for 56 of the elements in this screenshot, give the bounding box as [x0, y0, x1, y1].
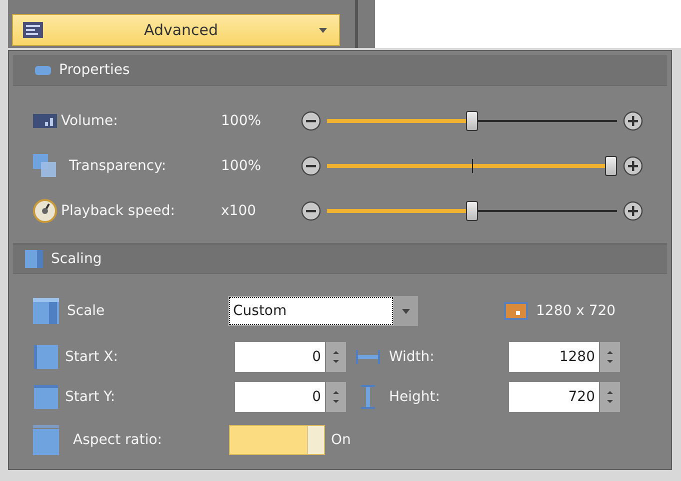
plus-button[interactable] — [621, 198, 645, 222]
scaling-icon — [25, 250, 43, 268]
speedometer-icon — [33, 198, 57, 222]
slider[interactable] — [327, 154, 617, 176]
start-y-icon — [34, 385, 58, 409]
spin-buttons[interactable] — [326, 382, 346, 412]
field-label: Aspect ratio: — [72, 432, 164, 448]
section-title: Properties — [59, 62, 130, 78]
caret-icon — [319, 28, 327, 32]
slider-label: Playback speed: — [61, 202, 176, 218]
slider[interactable] — [327, 200, 617, 222]
minus-button[interactable] — [299, 108, 323, 132]
slider-value: x100 — [221, 202, 258, 218]
caret-icon — [402, 308, 410, 314]
center-tick — [472, 158, 473, 172]
spin-buttons[interactable] — [326, 342, 346, 372]
minus-button[interactable] — [299, 198, 323, 222]
screen-icon — [504, 302, 528, 320]
slider-label: Volume: — [61, 112, 119, 128]
properties-icon — [35, 66, 51, 74]
plus-button[interactable] — [621, 108, 645, 132]
field-label: Height: — [389, 389, 441, 405]
dropdown-arrow-button[interactable] — [394, 296, 418, 326]
slider-thumb[interactable] — [605, 156, 617, 176]
field-label: Start X: — [65, 349, 119, 365]
volume-icon — [33, 114, 57, 128]
scale-icon — [33, 298, 59, 324]
width-icon — [356, 350, 380, 364]
aspect-ratio-icon — [33, 425, 59, 455]
slider[interactable] — [327, 110, 617, 132]
field-label: Scale — [67, 303, 106, 319]
slider-value: 100% — [221, 158, 262, 174]
spin-buttons[interactable] — [600, 382, 620, 412]
number-field[interactable]: 0 — [235, 342, 325, 372]
resolution-text: 1280 x 720 — [536, 303, 616, 319]
slider-value: 100% — [221, 112, 262, 128]
height-icon — [361, 385, 375, 409]
mode-dropdown[interactable]: Advanced — [12, 14, 340, 46]
number-field[interactable]: 1280 — [509, 342, 599, 372]
plus-button[interactable] — [621, 154, 645, 178]
toggle-state-label: On — [331, 432, 351, 448]
slider-label: Transparency: — [68, 158, 168, 174]
slider-thumb[interactable] — [466, 200, 478, 220]
toggle-switch[interactable] — [229, 425, 325, 455]
number-field[interactable]: 720 — [509, 382, 599, 412]
number-field[interactable]: 0 — [235, 382, 325, 412]
scale-dropdown[interactable]: Custom — [229, 297, 393, 325]
settings-panel-icon — [23, 22, 43, 38]
minus-button[interactable] — [299, 154, 323, 178]
field-label: Width: — [389, 349, 436, 365]
overlapping-squares-icon — [33, 154, 57, 178]
field-label: Start Y: — [65, 389, 116, 405]
slider-thumb[interactable] — [466, 110, 478, 130]
start-x-icon — [34, 345, 58, 369]
spin-buttons[interactable] — [600, 342, 620, 372]
section-title: Scaling — [51, 251, 102, 267]
